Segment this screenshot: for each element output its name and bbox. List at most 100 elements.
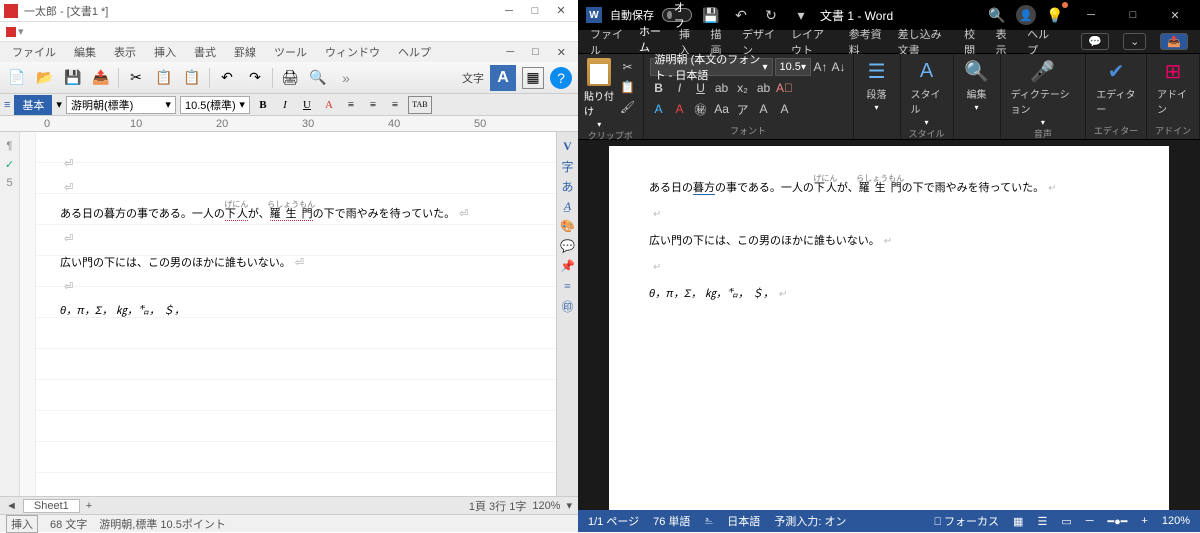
menu-help[interactable]: ヘルプ bbox=[398, 44, 431, 60]
dropdown-icon[interactable]: ▾ bbox=[56, 98, 62, 111]
align-icon[interactable]: ≡ bbox=[4, 99, 10, 111]
align-icon[interactable]: ≡ bbox=[560, 278, 576, 294]
stamp-icon[interactable]: ㊞ bbox=[560, 298, 576, 314]
clear-format-icon[interactable]: A⃠ bbox=[776, 79, 794, 97]
align-right-icon[interactable]: ≡ bbox=[386, 96, 404, 114]
qat-dropdown-icon[interactable]: ▾ bbox=[18, 25, 24, 38]
paragraph-1[interactable]: ある日の暮方の事である。一人の下人げにんが、羅生門らしょうもんの下で雨やみを待っ… bbox=[60, 200, 540, 226]
bulb-icon[interactable]: 💡 bbox=[1044, 4, 1066, 26]
spell-icon[interactable]: ⎁ bbox=[704, 515, 713, 528]
preview-icon[interactable]: 🔍 bbox=[307, 67, 329, 89]
undo-icon[interactable]: ↶ bbox=[216, 67, 238, 89]
tab-button[interactable]: TAB bbox=[408, 96, 432, 114]
ruler[interactable]: 0 10 20 30 40 50 bbox=[0, 116, 578, 132]
close-button[interactable]: ✕ bbox=[1158, 1, 1192, 29]
shrink-font-icon[interactable]: A↓ bbox=[831, 58, 847, 76]
cut-icon[interactable]: ✂ bbox=[125, 67, 147, 89]
align-center-icon[interactable]: ≡ bbox=[364, 96, 382, 114]
italic-button[interactable]: I bbox=[276, 96, 294, 114]
autosave-toggle[interactable]: オフ bbox=[662, 8, 692, 22]
zoom-slider[interactable]: ━●━ bbox=[1108, 515, 1128, 528]
enclose-icon[interactable]: ㊙ bbox=[692, 100, 710, 118]
child-min-button[interactable]: ─ bbox=[506, 46, 514, 58]
dictation-button[interactable]: 🎤 ディクテーション▾ bbox=[1007, 58, 1080, 127]
more-icon[interactable]: » bbox=[335, 67, 357, 89]
grow-font-icon[interactable]: A↑ bbox=[813, 58, 829, 76]
underline-button[interactable]: U bbox=[692, 79, 710, 97]
tab-mailings[interactable]: 差し込み文書 bbox=[898, 26, 950, 58]
char-a-button[interactable]: A bbox=[490, 65, 516, 91]
editor-button[interactable]: ✔︎ エディター bbox=[1092, 58, 1140, 116]
page[interactable]: ある日の暮方の事である。一人の下人げにんが、羅生門らしょうもんの下で雨やみを待っ… bbox=[609, 146, 1169, 510]
bold-button[interactable]: B bbox=[254, 96, 272, 114]
menu-insert[interactable]: 挿入 bbox=[154, 44, 176, 60]
paragraph-button[interactable]: ☰ 段落▾ bbox=[860, 58, 894, 112]
qat-icon[interactable] bbox=[6, 27, 16, 37]
tab-references[interactable]: 参考資料 bbox=[849, 26, 884, 58]
char-icon[interactable]: 字 bbox=[560, 158, 576, 174]
copy-icon[interactable]: 📋 bbox=[153, 67, 175, 89]
child-max-button[interactable]: □ bbox=[532, 46, 539, 58]
tab-file[interactable]: ファイル bbox=[590, 26, 625, 58]
font-color-icon[interactable]: A bbox=[671, 100, 689, 118]
italic-button[interactable]: I bbox=[671, 79, 689, 97]
styles-button[interactable]: A スタイル▾ bbox=[907, 58, 947, 127]
child-close-button[interactable]: ✕ bbox=[557, 46, 566, 59]
redo-icon[interactable]: ↷ bbox=[244, 67, 266, 89]
tab-left-icon[interactable]: ◄ bbox=[6, 500, 17, 512]
sub-super-icon[interactable]: x₂ bbox=[734, 79, 752, 97]
paragraph-3[interactable]: θ，π，Σ， ㎏，㌔， ＄， bbox=[60, 299, 540, 323]
prediction[interactable]: 予測入力: オン bbox=[774, 513, 846, 529]
document-viewport[interactable]: ある日の暮方の事である。一人の下人げにんが、羅生門らしょうもんの下で雨やみを待っ… bbox=[578, 140, 1200, 510]
zoom-in-icon[interactable]: + bbox=[1141, 515, 1147, 527]
pin-icon[interactable]: 📌 bbox=[560, 258, 576, 274]
save-icon[interactable]: 💾 bbox=[700, 4, 722, 26]
font-size-select[interactable]: 10.5▾ bbox=[775, 58, 811, 76]
cut-icon[interactable]: ✂ bbox=[619, 58, 637, 76]
save-icon[interactable]: 💾 bbox=[62, 67, 84, 89]
view-print-icon[interactable]: ▦ bbox=[1013, 515, 1023, 528]
paste-button[interactable]: 貼り付け ▾ bbox=[584, 58, 615, 129]
editing-button[interactable]: 🔍 編集▾ bbox=[960, 58, 994, 112]
close-button[interactable]: ✕ bbox=[548, 2, 574, 20]
font-select[interactable]: 游明朝(標準)▾ bbox=[66, 96, 176, 114]
ruby-icon[interactable]: ア bbox=[734, 100, 752, 118]
tab-help[interactable]: ヘルプ bbox=[1027, 26, 1053, 58]
font-name-select[interactable]: 游明朝 (本文のフォント - 日本語▾ bbox=[650, 58, 773, 76]
search-icon[interactable]: 🔍 bbox=[986, 4, 1008, 26]
minimize-button[interactable]: ─ bbox=[1074, 1, 1108, 29]
qat-dropdown-icon[interactable]: ▾ bbox=[790, 4, 812, 26]
open-icon[interactable]: 📂 bbox=[34, 67, 56, 89]
effects-icon[interactable]: ab bbox=[755, 79, 773, 97]
paste-icon[interactable]: 📋 bbox=[181, 67, 203, 89]
paragraph-1[interactable]: ある日の暮方の事である。一人の下人げにんが、羅生門らしょうもんの下で雨やみを待っ… bbox=[649, 174, 1129, 201]
basic-badge[interactable]: 基本 bbox=[14, 95, 52, 115]
paragraph-2[interactable]: 広い門の下には、この男のほかに誰もいない。↵ bbox=[649, 228, 1129, 254]
align-left-icon[interactable]: ≡ bbox=[342, 96, 360, 114]
tab-review[interactable]: 校閲 bbox=[964, 26, 982, 58]
para-icon[interactable]: ¶ bbox=[7, 140, 13, 152]
new-icon[interactable]: 📄 bbox=[6, 67, 28, 89]
focus-mode[interactable]: ⎕ フォーカス bbox=[934, 513, 999, 529]
comments-button[interactable]: 💬 bbox=[1081, 33, 1109, 50]
tab-view[interactable]: 表示 bbox=[996, 26, 1014, 58]
redo-icon[interactable]: ↻ bbox=[760, 4, 782, 26]
view-read-icon[interactable]: ☰ bbox=[1037, 515, 1047, 528]
copy-icon[interactable]: 📋 bbox=[619, 78, 637, 96]
status-zoom[interactable]: 120% bbox=[532, 500, 560, 512]
zoom-level[interactable]: 120% bbox=[1162, 515, 1190, 527]
view-web-icon[interactable]: ▭ bbox=[1061, 515, 1071, 528]
ai-icon[interactable]: A̲ bbox=[560, 198, 576, 214]
menu-file[interactable]: ファイル bbox=[12, 44, 56, 60]
share-button[interactable]: 📤 bbox=[1160, 33, 1188, 50]
bold-button[interactable]: B bbox=[650, 79, 668, 97]
v-icon[interactable]: V bbox=[560, 138, 576, 154]
char-scale-icon[interactable]: A bbox=[776, 100, 794, 118]
underline-button[interactable]: U bbox=[298, 96, 316, 114]
export-icon[interactable]: 📤 bbox=[90, 67, 112, 89]
document-area[interactable]: ⏎ ⏎ ある日の暮方の事である。一人の下人げにんが、羅生門らしょうもんの下で雨や… bbox=[36, 132, 556, 496]
grid-icon[interactable]: ▦ bbox=[522, 67, 544, 89]
account-avatar[interactable]: 👤 bbox=[1016, 5, 1036, 25]
addin-button[interactable]: ⊞ アドイン bbox=[1153, 58, 1193, 116]
color-icon[interactable]: 🎨 bbox=[560, 218, 576, 234]
